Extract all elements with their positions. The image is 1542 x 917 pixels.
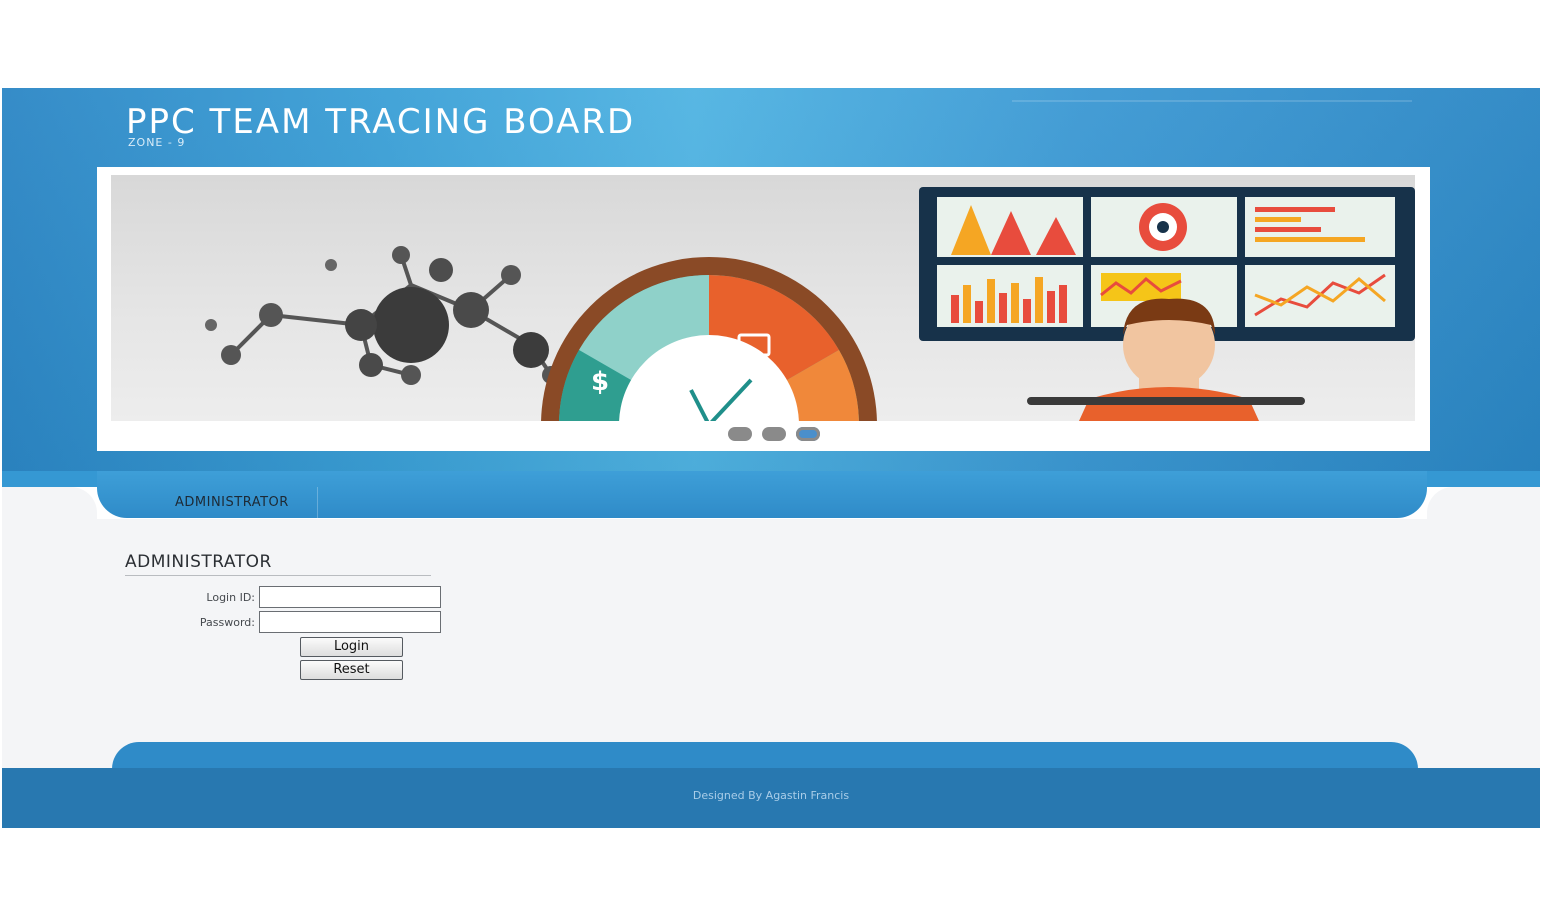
password-input[interactable]: [259, 611, 441, 633]
heading-divider: [125, 575, 431, 576]
footer-cap-band: [2, 742, 1540, 769]
svg-text:$: $: [591, 367, 609, 397]
reset-button[interactable]: Reset: [300, 660, 403, 680]
site-subtitle: ZONE - 9: [128, 136, 186, 149]
login-id-label: Login ID:: [206, 591, 255, 604]
slider-dot-2[interactable]: [762, 427, 786, 441]
login-heading: ADMINISTRATOR: [125, 552, 272, 572]
header-decoration: [1012, 100, 1412, 130]
slide-illustration: $: [205, 187, 1415, 421]
slider-dot-3[interactable]: [796, 427, 820, 441]
footer-cap: [112, 742, 1418, 769]
site-footer: Designed By Agastin Francis: [2, 768, 1540, 828]
site-title: PPC TEAM TRACING BOARD: [126, 102, 636, 142]
nav-item-administrator[interactable]: ADMINISTRATOR: [147, 487, 318, 518]
nav-corner-right: [1427, 487, 1540, 519]
slide-image: $: [111, 175, 1415, 421]
slider-dot-1[interactable]: [728, 427, 752, 441]
main-nav: ADMINISTRATOR: [97, 471, 1427, 518]
page: PPC TEAM TRACING BOARD ZONE - 9 $ ADMINI…: [0, 0, 1542, 917]
footer-credit: Designed By Agastin Francis: [692, 789, 850, 802]
password-label: Password:: [199, 616, 255, 629]
login-id-input[interactable]: [259, 586, 441, 608]
nav-corner-left: [2, 487, 97, 519]
molecule-illustration: [205, 246, 560, 385]
login-button[interactable]: Login: [300, 637, 403, 657]
nav-band: ADMINISTRATOR: [2, 471, 1540, 519]
slider-dots: [728, 427, 820, 441]
main-content: ADMINISTRATOR Login ID: Password: Login …: [2, 519, 1540, 744]
stopwatch-illustration: $: [541, 257, 877, 421]
image-slider: $: [97, 167, 1430, 451]
